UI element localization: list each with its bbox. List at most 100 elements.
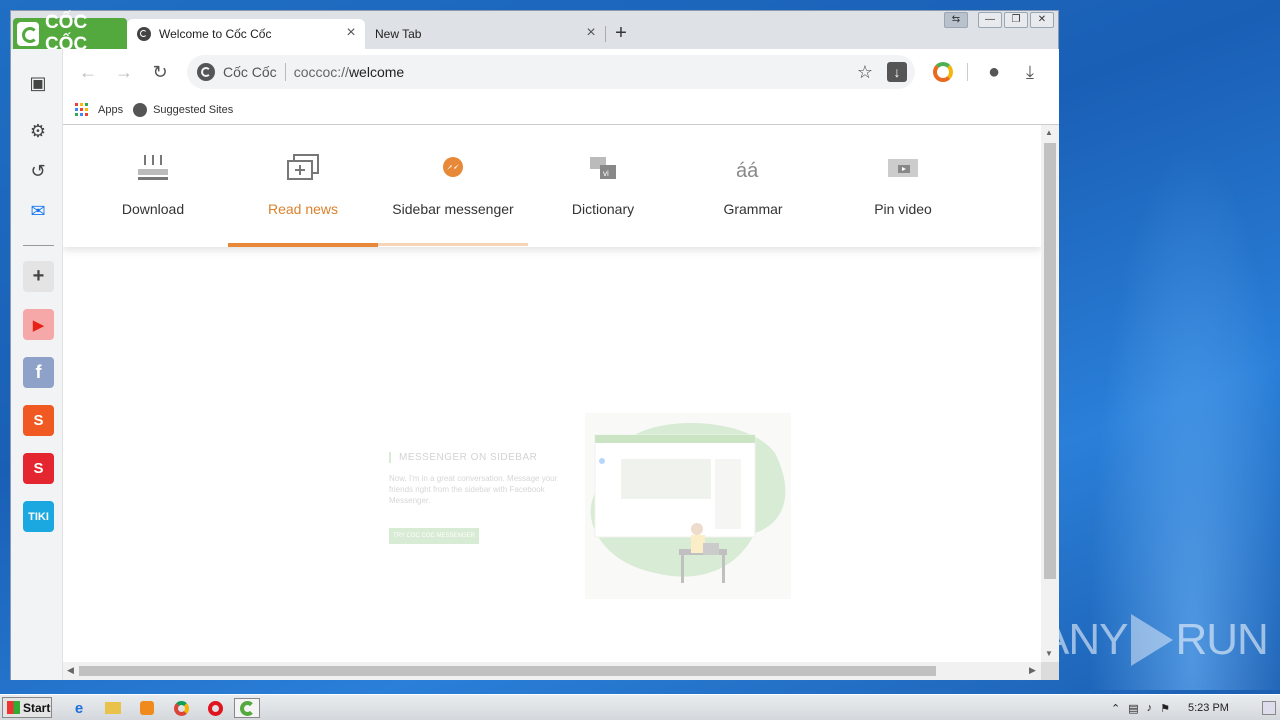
coccoc-omnibox-icon <box>197 63 215 81</box>
pin-video-icon <box>888 159 918 177</box>
feature-more[interactable]: M <box>978 125 1041 247</box>
vertical-scroll-thumb[interactable] <box>1044 143 1056 579</box>
tab-new-tab[interactable]: New Tab × <box>365 19 605 49</box>
anyrun-watermark: ANY RUN <box>1040 614 1269 666</box>
feature-label: M <box>978 201 1041 217</box>
dictionary-icon: vi <box>590 157 616 179</box>
network-icon[interactable]: ▤ <box>1128 702 1138 715</box>
forward-button[interactable]: → <box>113 61 135 83</box>
media-player-taskbar-icon[interactable] <box>134 698 160 718</box>
coccoc-logo[interactable]: CỐC CỐC <box>13 12 127 55</box>
youtube-app-icon[interactable]: ▶ <box>23 309 54 340</box>
taskbar: Start e ⌃ ▤ ♪ ⚑ 5:23 PM <box>0 694 1280 720</box>
bookmark-suggested-sites[interactable]: Suggested Sites <box>153 104 233 116</box>
panel-icon[interactable]: ▣ <box>22 67 54 99</box>
volume-icon[interactable]: ♪ <box>1147 702 1153 714</box>
action-center-flag-icon[interactable]: ⚑ <box>1160 702 1170 715</box>
opera-taskbar-icon[interactable] <box>202 698 228 718</box>
omnibox-brand: Cốc Cốc <box>223 64 277 80</box>
tab-label: New Tab <box>375 27 422 41</box>
feature-label: Grammar <box>723 201 783 217</box>
vertical-scrollbar[interactable]: ▲ ▼ <box>1041 125 1059 662</box>
svg-text:áá: áá <box>736 160 759 182</box>
add-app-button[interactable]: + <box>23 261 54 292</box>
back-button[interactable]: ← <box>77 61 99 83</box>
system-tray: ⌃ ▤ ♪ ⚑ 5:23 PM <box>1105 695 1280 720</box>
profile-icon[interactable]: ● <box>983 61 1005 83</box>
shopee-app-icon[interactable]: S <box>23 405 54 436</box>
bookmark-star-icon[interactable]: ☆ <box>857 62 873 83</box>
feature-label: Read news <box>267 201 339 217</box>
feature-label: Dictionary <box>571 201 635 217</box>
clock[interactable]: 5:23 PM <box>1188 702 1229 714</box>
close-tab-icon[interactable]: × <box>583 25 599 42</box>
feature-dictionary[interactable]: vi Dictionary <box>528 125 678 247</box>
feature-download[interactable]: Download <box>78 125 228 247</box>
windows-flag-icon <box>7 701 20 714</box>
scrollbar-corner <box>1041 662 1059 680</box>
minimize-button[interactable]: — <box>978 12 1002 28</box>
window-switch-button[interactable]: ⇆ <box>944 12 968 28</box>
tab-welcome[interactable]: Welcome to Cốc Cốc × <box>127 19 365 49</box>
show-desktop-button[interactable] <box>1262 701 1276 715</box>
downloads-icon[interactable]: ⤓ <box>1019 61 1041 83</box>
extension-icon[interactable] <box>933 62 953 82</box>
window-controls: ⇆ — ❐ ✕ <box>944 12 1054 28</box>
tab-separator <box>605 26 606 42</box>
feature-pin-video[interactable]: Pin video <box>828 125 978 247</box>
coccoc-logo-icon <box>17 21 39 46</box>
title-bar: CỐC CỐC Welcome to Cốc Cốc × New Tab × +… <box>11 11 1058 55</box>
tiki-app-icon[interactable]: TIKI <box>23 501 54 532</box>
settings-icon[interactable]: ⚙ <box>22 115 54 147</box>
read-news-icon <box>287 154 319 180</box>
restore-button[interactable]: ❐ <box>1004 12 1028 28</box>
promo-heading: MESSENGER ON SIDEBAR <box>389 452 559 463</box>
sendo-app-icon[interactable]: S <box>23 453 54 484</box>
feature-sidebar-messenger[interactable]: Sidebar messenger <box>378 125 528 247</box>
feature-hero: MESSENGER ON SIDEBAR Now, I'm in a great… <box>63 247 1041 662</box>
apps-grid-icon <box>75 103 88 116</box>
close-window-button[interactable]: ✕ <box>1030 12 1054 28</box>
start-button[interactable]: Start <box>2 697 52 718</box>
tab-label: Welcome to Cốc Cốc <box>159 27 272 41</box>
tab-hover-indicator <box>378 243 528 246</box>
close-tab-icon[interactable]: × <box>343 25 359 42</box>
desktop-glow <box>1060 0 1280 690</box>
download-feature-icon <box>138 155 168 180</box>
reload-button[interactable]: ↻ <box>149 61 171 83</box>
bookmark-apps[interactable]: Apps <box>98 104 123 116</box>
scroll-left-icon[interactable]: ◀ <box>67 665 74 676</box>
address-bar[interactable]: Cốc Cốc coccoc://welcome ☆ ↓ <box>187 55 915 89</box>
promo-paragraph: Now, I'm in a great conversation. Messag… <box>389 474 558 505</box>
horizontal-scrollbar[interactable]: ◀ ▶ <box>63 662 1041 680</box>
promo-text: MESSENGER ON SIDEBAR Now, I'm in a great… <box>389 452 559 544</box>
globe-icon <box>133 102 148 117</box>
try-messenger-button[interactable]: TRY COC COC MESSENGER <box>389 528 479 544</box>
feature-grammar[interactable]: áá Grammar <box>678 125 828 247</box>
messenger-icon[interactable]: ✉ <box>22 195 54 227</box>
sidebar-divider <box>23 245 54 246</box>
new-tab-button[interactable]: + <box>611 23 631 44</box>
messenger-illustration <box>585 413 791 599</box>
svg-text:vi: vi <box>603 169 609 178</box>
omnibox-separator <box>284 63 286 81</box>
horizontal-scroll-thumb[interactable] <box>79 666 936 676</box>
coccoc-taskbar-icon[interactable] <box>234 698 260 718</box>
explorer-taskbar-icon[interactable] <box>100 698 126 718</box>
scroll-up-icon[interactable]: ▲ <box>1045 128 1053 137</box>
toolbar: ← → ↻ Cốc Cốc coccoc://welcome ☆ ↓ ● ⤓ <box>63 49 1059 95</box>
history-icon[interactable]: ↺ <box>22 155 54 187</box>
feature-read-news[interactable]: Read news <box>228 125 378 247</box>
feature-label: Pin video <box>874 201 932 217</box>
ie-taskbar-icon[interactable]: e <box>66 698 92 718</box>
savior-download-icon[interactable]: ↓ <box>887 62 907 82</box>
show-hidden-icons-icon[interactable]: ⌃ <box>1111 702 1120 715</box>
facebook-app-icon[interactable]: f <box>23 357 54 388</box>
feature-label: Sidebar messenger <box>392 201 514 217</box>
grammar-icon: áá <box>736 160 759 182</box>
scroll-right-icon[interactable]: ▶ <box>1029 665 1036 676</box>
scroll-down-icon[interactable]: ▼ <box>1045 649 1053 658</box>
coccoc-favicon-icon <box>137 27 151 41</box>
chrome-taskbar-icon[interactable] <box>168 698 194 718</box>
browser-window: CỐC CỐC Welcome to Cốc Cốc × New Tab × +… <box>10 10 1059 680</box>
